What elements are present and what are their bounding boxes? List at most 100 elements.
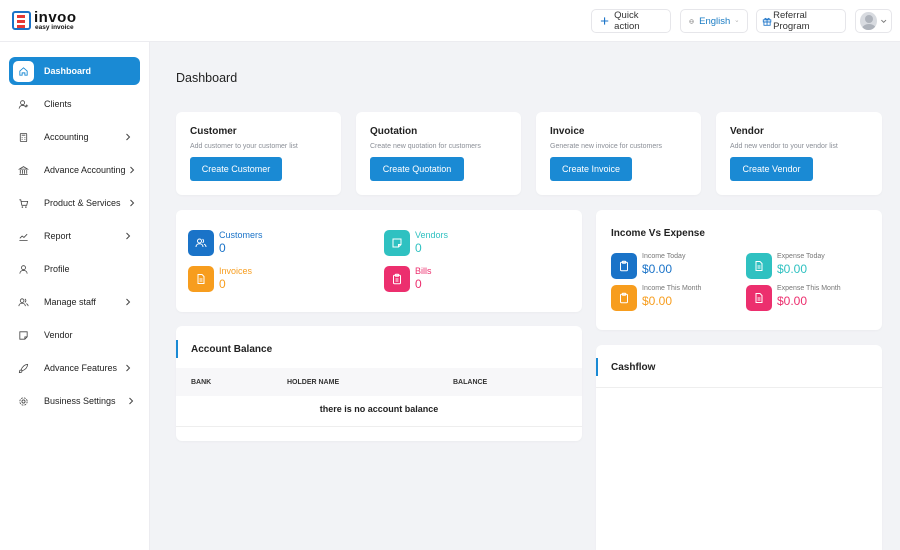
ie-label: Expense Today xyxy=(777,253,825,260)
table-header: BANK HOLDER NAME BALANCE xyxy=(176,368,582,396)
users-icon xyxy=(13,292,34,313)
cashflow-title: Cashflow xyxy=(611,362,656,373)
bills-stat[interactable]: Bills 0 xyxy=(384,266,432,292)
sidebar-item-business-settings[interactable]: Business Settings xyxy=(9,387,140,415)
users-icon xyxy=(188,230,214,256)
sidebar-item-label: Dashboard xyxy=(44,66,92,76)
empty-table-message: there is no account balance xyxy=(319,404,439,414)
chevron-right-icon xyxy=(126,232,131,240)
column-header-holder-name: HOLDER NAME xyxy=(287,379,340,386)
ie-label: Income Today xyxy=(642,253,686,260)
chevron-right-icon xyxy=(126,133,131,141)
sidebar-item-label: Clients xyxy=(44,99,72,109)
card-description: Add customer to your customer list xyxy=(190,143,298,150)
sidebar-item-label: Accounting xyxy=(44,132,89,142)
globe-icon xyxy=(689,18,694,24)
add-user-icon xyxy=(13,94,34,115)
create-customer-button[interactable]: Create Customer xyxy=(190,157,282,181)
customers-stat[interactable]: Customers 0 xyxy=(188,230,263,256)
sidebar-item-report[interactable]: Report xyxy=(9,222,140,250)
sidebar-item-label: Vendor xyxy=(44,330,73,340)
sidebar-item-label: Advance Accounting xyxy=(44,165,126,175)
sidebar-item-label: Business Settings xyxy=(44,396,116,406)
vendors-stat[interactable]: Vendors 0 xyxy=(384,230,448,256)
sidebar-item-clients[interactable]: Clients xyxy=(9,90,140,118)
quick-action-button[interactable]: Quick action xyxy=(591,9,671,33)
card-title: Vendor xyxy=(730,126,764,137)
expense-this-month: Expense This Month $0.00 xyxy=(746,285,841,311)
sidebar-item-dashboard[interactable]: Dashboard xyxy=(9,57,140,85)
document-icon xyxy=(746,285,772,311)
account-balance-card: Account Balance BANK HOLDER NAME BALANCE… xyxy=(176,326,582,441)
document-icon xyxy=(746,253,772,279)
income-this-month: Income This Month $0.00 xyxy=(611,285,701,311)
sidebar-item-product-services[interactable]: Product & Services xyxy=(9,189,140,217)
calculator-icon xyxy=(13,127,34,148)
cashflow-card: Cashflow xyxy=(596,345,882,550)
customer-card: Customer Add customer to your customer l… xyxy=(176,112,341,195)
create-quotation-button[interactable]: Create Quotation xyxy=(370,157,464,181)
stat-label: Invoices xyxy=(219,266,253,276)
logo[interactable]: invoo easy invoice xyxy=(12,9,82,33)
top-header: invoo easy invoice Quick action English … xyxy=(0,0,900,42)
logo-icon xyxy=(12,11,31,30)
column-header-bank: BANK xyxy=(191,379,212,386)
ie-label: Income This Month xyxy=(642,285,702,292)
ie-value: $0.00 xyxy=(642,294,673,308)
rocket-icon xyxy=(13,358,34,379)
sidebar-item-label: Advance Features xyxy=(44,363,118,373)
logo-subtitle: easy invoice xyxy=(35,24,74,31)
stat-label: Customers xyxy=(219,230,263,240)
page-title: Dashboard xyxy=(176,71,238,85)
ie-value: $0.00 xyxy=(642,262,673,276)
chevron-down-icon xyxy=(880,19,886,24)
sidebar-item-advance-accounting[interactable]: Advance Accounting xyxy=(9,156,140,184)
section-accent xyxy=(176,340,178,358)
chevron-right-icon xyxy=(129,397,134,405)
bank-icon xyxy=(13,160,34,181)
sidebar-item-label: Manage staff xyxy=(44,297,96,307)
note-icon xyxy=(384,230,410,256)
quick-action-label: Quick action xyxy=(614,10,640,32)
vendor-card: Vendor Add new vendor to your vendor lis… xyxy=(716,112,882,195)
chart-icon xyxy=(13,226,34,247)
sidebar-item-label: Profile xyxy=(44,264,70,274)
invoice-card: Invoice Generate new invoice for custome… xyxy=(536,112,701,195)
language-select[interactable]: English xyxy=(680,9,748,33)
stat-value: 0 xyxy=(415,277,422,291)
column-header-balance: BALANCE xyxy=(453,379,488,386)
stat-value: 0 xyxy=(219,277,226,291)
expense-today: Expense Today $0.00 xyxy=(746,253,825,279)
create-invoice-button[interactable]: Create Invoice xyxy=(550,157,632,181)
sidebar-item-accounting[interactable]: Accounting xyxy=(9,123,140,151)
stat-label: Vendors xyxy=(415,230,449,240)
create-vendor-button[interactable]: Create Vendor xyxy=(730,157,813,181)
ie-value: $0.00 xyxy=(777,262,808,276)
referral-program-button[interactable]: Referral Program xyxy=(756,9,846,33)
sidebar-item-vendor[interactable]: Vendor xyxy=(9,321,140,349)
chevron-down-icon xyxy=(735,20,739,23)
divider xyxy=(176,426,582,427)
sidebar-item-manage-staff[interactable]: Manage staff xyxy=(9,288,140,316)
card-title: Customer xyxy=(190,126,237,137)
income-expense-card: Income Vs Expense Income Today $0.00 Expe… xyxy=(596,210,882,330)
document-icon xyxy=(188,266,214,292)
user-menu[interactable] xyxy=(855,9,892,33)
account-balance-title: Account Balance xyxy=(191,344,273,355)
stat-value: 0 xyxy=(415,241,422,255)
section-accent xyxy=(596,358,598,376)
clipboard-icon xyxy=(611,253,637,279)
income-expense-title: Income Vs Expense xyxy=(611,228,705,239)
user-icon xyxy=(13,259,34,280)
divider xyxy=(596,387,882,388)
clipboard-icon xyxy=(384,266,410,292)
sidebar-item-advance-features[interactable]: Advance Features xyxy=(9,354,140,382)
cart-icon xyxy=(13,193,34,214)
invoices-stat[interactable]: Invoices 0 xyxy=(188,266,252,292)
card-title: Quotation xyxy=(370,126,418,137)
sidebar-item-label: Report xyxy=(44,231,72,241)
ie-label: Expense This Month xyxy=(777,285,841,292)
sidebar-item-profile[interactable]: Profile xyxy=(9,255,140,283)
avatar xyxy=(860,12,877,30)
gift-icon xyxy=(762,17,772,26)
